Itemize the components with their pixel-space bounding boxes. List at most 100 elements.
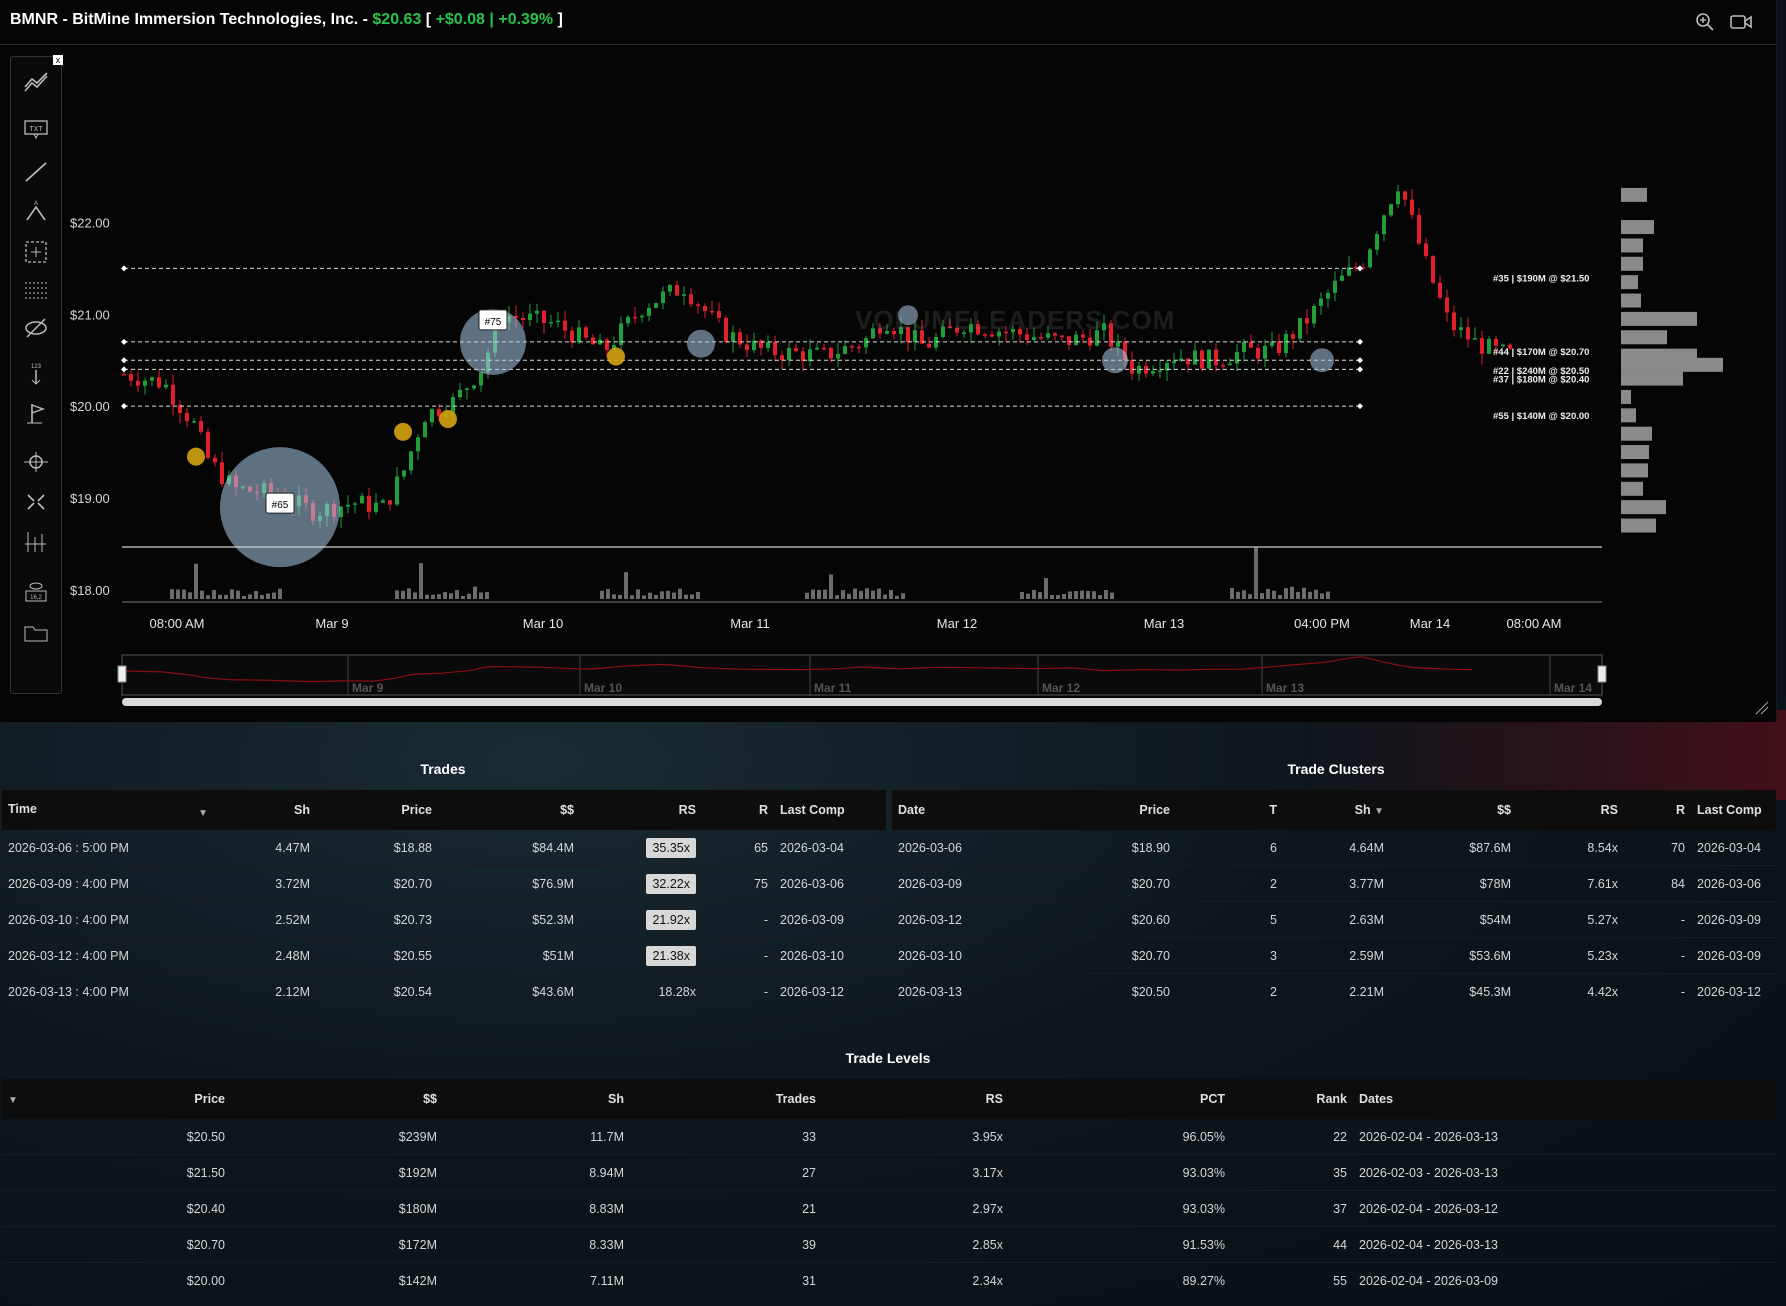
table-row[interactable]: $21.50 $192M 8.94M 27 3.17x 93.03% 35 2026-02-0… — [2, 1154, 1776, 1191]
level-dates-link[interactable]: 2026-02-03 - 2026-03-13 — [1353, 1154, 1776, 1191]
trade-rank: - — [702, 901, 774, 938]
column-header[interactable]: PCT — [1009, 1079, 1231, 1119]
table-row[interactable]: 2026-03-13 $20.50 2 2.21M $45.3M 4.42x -2026-0… — [892, 973, 1776, 1009]
column-header[interactable]: Last Comp — [1691, 790, 1776, 830]
last-comp-link[interactable]: 2026-03-04 — [774, 830, 886, 866]
table-row[interactable]: 2026-03-09 : 4:00 PM 3.72M $20.70 $76.9M 32.… — [2, 865, 886, 902]
column-header[interactable]: RS — [1517, 790, 1624, 830]
column-header[interactable]: Sh ▼ — [1283, 790, 1390, 830]
x-tick-label: 08:00 AM — [150, 616, 205, 631]
candle-body — [1242, 341, 1246, 352]
column-header[interactable]: Trades — [630, 1079, 822, 1119]
volume-bar — [479, 592, 483, 599]
column-header[interactable]: Time ▼ — [2, 790, 214, 830]
candle-body — [353, 503, 357, 505]
column-header[interactable]: $$ — [231, 1079, 443, 1119]
volume-bar — [449, 593, 453, 599]
column-header[interactable]: Price — [316, 790, 438, 830]
column-header[interactable]: R — [1624, 790, 1691, 830]
resize-handle-icon[interactable] — [1754, 700, 1770, 716]
last-comp-link[interactable]: 2026-03-06 — [1691, 865, 1776, 902]
last-comp-link[interactable]: 2026-03-06 — [774, 865, 886, 902]
level-dates-link[interactable]: 2026-02-04 - 2026-03-13 — [1353, 1226, 1776, 1263]
table-row[interactable]: 2026-03-10 $20.70 3 2.59M $53.6M 5.23x -2026-0… — [892, 937, 1776, 974]
table-row[interactable]: 2026-03-12 $20.60 5 2.63M $54M 5.27x -2026-03-… — [892, 901, 1776, 938]
candle-body — [1312, 305, 1316, 324]
volume-bar — [1302, 587, 1306, 599]
column-header[interactable]: Rank — [1231, 1079, 1353, 1119]
candle-body — [780, 355, 784, 361]
price-chart[interactable]: #35 | $190M @ $21.50 #44 | $170M @ $20.70… — [0, 44, 1776, 722]
table-row[interactable]: 2026-03-12 : 4:00 PM 2.48M $20.55 $51M 21.38… — [2, 937, 886, 974]
last-comp-link[interactable]: 2026-03-09 — [1691, 901, 1776, 938]
column-header[interactable]: ▼ — [2, 1079, 44, 1119]
column-header[interactable]: Date — [892, 790, 1054, 830]
column-header[interactable]: RS — [580, 790, 702, 830]
last-comp-link[interactable]: 2026-03-09 — [774, 901, 886, 938]
column-header[interactable]: Price — [1054, 790, 1176, 830]
trade-time-link[interactable]: 2026-03-09 : 4:00 PM — [2, 865, 214, 902]
trade-time-link[interactable]: 2026-03-13 : 4:00 PM — [2, 973, 214, 1009]
volume-bar — [278, 588, 282, 599]
column-header[interactable]: Dates — [1353, 1079, 1776, 1119]
candle-body — [1291, 334, 1295, 339]
volume-bar — [636, 589, 640, 599]
table-row[interactable]: 2026-03-06 $18.90 6 4.64M $87.6M 8.54x 70 2026-… — [892, 830, 1776, 866]
candle-body — [1298, 318, 1302, 339]
last-comp-link[interactable]: 2026-03-09 — [1691, 937, 1776, 974]
table-row[interactable]: $20.00 $142M 7.11M 31 2.34x 89.27% 55 2026-02-0… — [2, 1262, 1776, 1298]
table-row[interactable]: 2026-03-13 : 4:00 PM 2.12M $20.54 $43.6M 18.… — [2, 973, 886, 1009]
column-header[interactable]: Last Comp — [774, 790, 886, 830]
cluster-date-link[interactable]: 2026-03-13 — [892, 973, 1054, 1009]
cluster-date-link[interactable]: 2026-03-09 — [892, 865, 1054, 902]
volume-bar — [431, 594, 435, 599]
navigator-handle — [1597, 665, 1607, 683]
last-comp-link[interactable]: 2026-03-04 — [1691, 830, 1776, 866]
level-dates-link[interactable]: 2026-02-04 - 2026-03-09 — [1353, 1262, 1776, 1298]
trade-price: $20.55 — [316, 937, 438, 974]
trade-rs: 32.22x — [646, 873, 696, 894]
trade-time-link[interactable]: 2026-03-10 : 4:00 PM — [2, 901, 214, 938]
range-navigator[interactable]: Mar 9 Mar 10 Mar 11 Mar 12 Mar 13 Mar 14 — [117, 654, 1607, 706]
column-header[interactable]: RS — [822, 1079, 1009, 1119]
table-row[interactable]: $20.50 $239M 11.7M 33 3.95x 96.05% 22 2026-02-0… — [2, 1119, 1776, 1155]
trade-time-link[interactable]: 2026-03-12 : 4:00 PM — [2, 937, 214, 974]
sort-arrow-icon[interactable]: ▼ — [1374, 806, 1384, 817]
last-comp-link[interactable]: 2026-03-12 — [1691, 973, 1776, 1009]
volume-bar — [841, 590, 845, 599]
background-accent — [1300, 710, 1786, 800]
column-header[interactable]: Sh — [214, 790, 316, 830]
column-header[interactable]: T — [1176, 790, 1283, 830]
table-row[interactable]: 2026-03-10 : 4:00 PM 2.52M $20.73 $52.3M 21.… — [2, 901, 886, 938]
column-header[interactable]: R — [702, 790, 774, 830]
volume-bar — [618, 594, 622, 599]
volume-bar — [443, 592, 447, 599]
column-header[interactable]: Price — [44, 1079, 231, 1119]
table-row[interactable]: 2026-03-09 $20.70 2 3.77M $78M 7.61x 84 2026-03… — [892, 865, 1776, 902]
cluster-date-link[interactable]: 2026-03-06 — [892, 830, 1054, 866]
cluster-rs: 5.27x — [1517, 901, 1624, 938]
cluster-date-link[interactable]: 2026-03-12 — [892, 901, 1054, 938]
navigator-label: Mar 13 — [1266, 681, 1304, 695]
table-row[interactable]: $20.40 $180M 8.83M 21 2.97x 93.03% 37 2026-02-0… — [2, 1190, 1776, 1227]
table-row[interactable]: $20.70 $172M 8.33M 39 2.85x 91.53% 44 2026-02-0… — [2, 1226, 1776, 1263]
zoom-icon[interactable] — [1694, 12, 1716, 32]
trade-time-link[interactable]: 2026-03-06 : 5:00 PM — [2, 830, 214, 866]
trade-price: $20.54 — [316, 973, 438, 1009]
column-header[interactable]: $$ — [438, 790, 580, 830]
cluster-date-link[interactable]: 2026-03-10 — [892, 937, 1054, 974]
level-dates-link[interactable]: 2026-02-04 - 2026-03-13 — [1353, 1119, 1776, 1155]
candle-body — [808, 349, 812, 362]
sort-arrow-icon[interactable]: ▼ — [198, 808, 208, 819]
last-comp-link[interactable]: 2026-03-10 — [774, 937, 886, 974]
column-header[interactable]: $$ — [1390, 790, 1517, 830]
video-camera-icon[interactable] — [1730, 12, 1752, 32]
sort-arrow-icon[interactable]: ▼ — [8, 1095, 18, 1106]
candle-body — [570, 330, 574, 343]
candle-body — [346, 504, 350, 507]
column-header[interactable]: Sh — [443, 1079, 630, 1119]
trade-bubble — [1310, 348, 1334, 373]
level-dates-link[interactable]: 2026-02-04 - 2026-03-12 — [1353, 1190, 1776, 1227]
table-row[interactable]: 2026-03-06 : 5:00 PM 4.47M $18.88 $84.4M 35.… — [2, 830, 886, 866]
last-comp-link[interactable]: 2026-03-12 — [774, 973, 886, 1009]
